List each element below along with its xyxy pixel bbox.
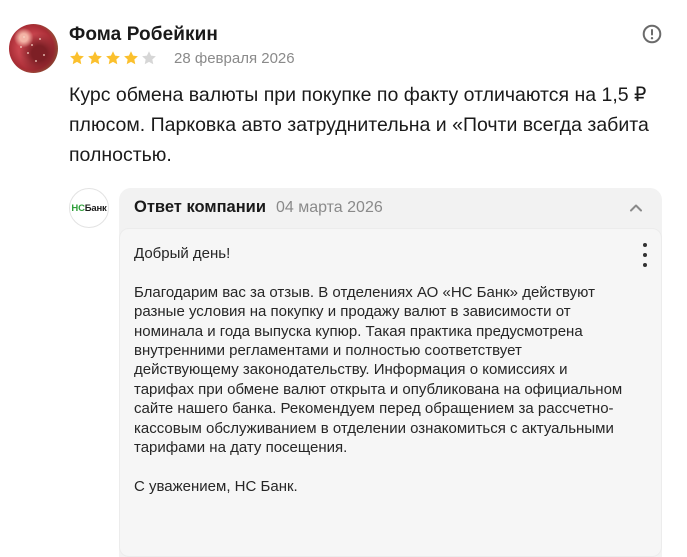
vertical-dots-icon[interactable] bbox=[641, 243, 649, 267]
star-filled-icon bbox=[70, 51, 84, 65]
reply-body: Благодарим вас за отзыв. В отделениях АО… bbox=[134, 283, 623, 457]
star-empty-icon bbox=[142, 51, 156, 65]
reply-header[interactable]: Ответ компании 04 марта 2026 bbox=[134, 198, 383, 220]
logo-part-ns: НС bbox=[71, 202, 85, 214]
logo-part-bank: Банк bbox=[84, 202, 107, 214]
review-text: Курс обмена валюты при покупке по факту … bbox=[69, 84, 649, 166]
avatar[interactable] bbox=[9, 24, 58, 73]
star-filled-icon bbox=[124, 51, 138, 65]
company-reply: Ответ компании 04 марта 2026 Добрый день… bbox=[119, 188, 662, 557]
company-logo: НС Банк bbox=[69, 188, 109, 228]
reply-date: 04 марта 2026 bbox=[275, 199, 383, 216]
chevron-up-icon[interactable] bbox=[628, 200, 644, 216]
star-filled-icon bbox=[88, 51, 102, 65]
review-card: Фома Робейкин 28 февраля 2026 Курс обмен… bbox=[0, 0, 687, 557]
exclamation-circle-icon[interactable] bbox=[642, 24, 662, 44]
reply-text: Добрый день! Благодарим вас за отзыв. В … bbox=[134, 244, 624, 496]
reply-signature: С уважением, НС Банк. bbox=[134, 477, 298, 495]
reply-card: Добрый день! Благодарим вас за отзыв. В … bbox=[119, 228, 662, 557]
reply-greeting: Добрый день! bbox=[134, 245, 231, 262]
star-filled-icon bbox=[106, 51, 120, 65]
reply-title: Ответ компании bbox=[134, 198, 266, 216]
review-date: 28 февраля 2026 bbox=[174, 50, 295, 67]
author-name[interactable]: Фома Робейкин bbox=[69, 24, 218, 46]
star-rating bbox=[69, 49, 159, 67]
